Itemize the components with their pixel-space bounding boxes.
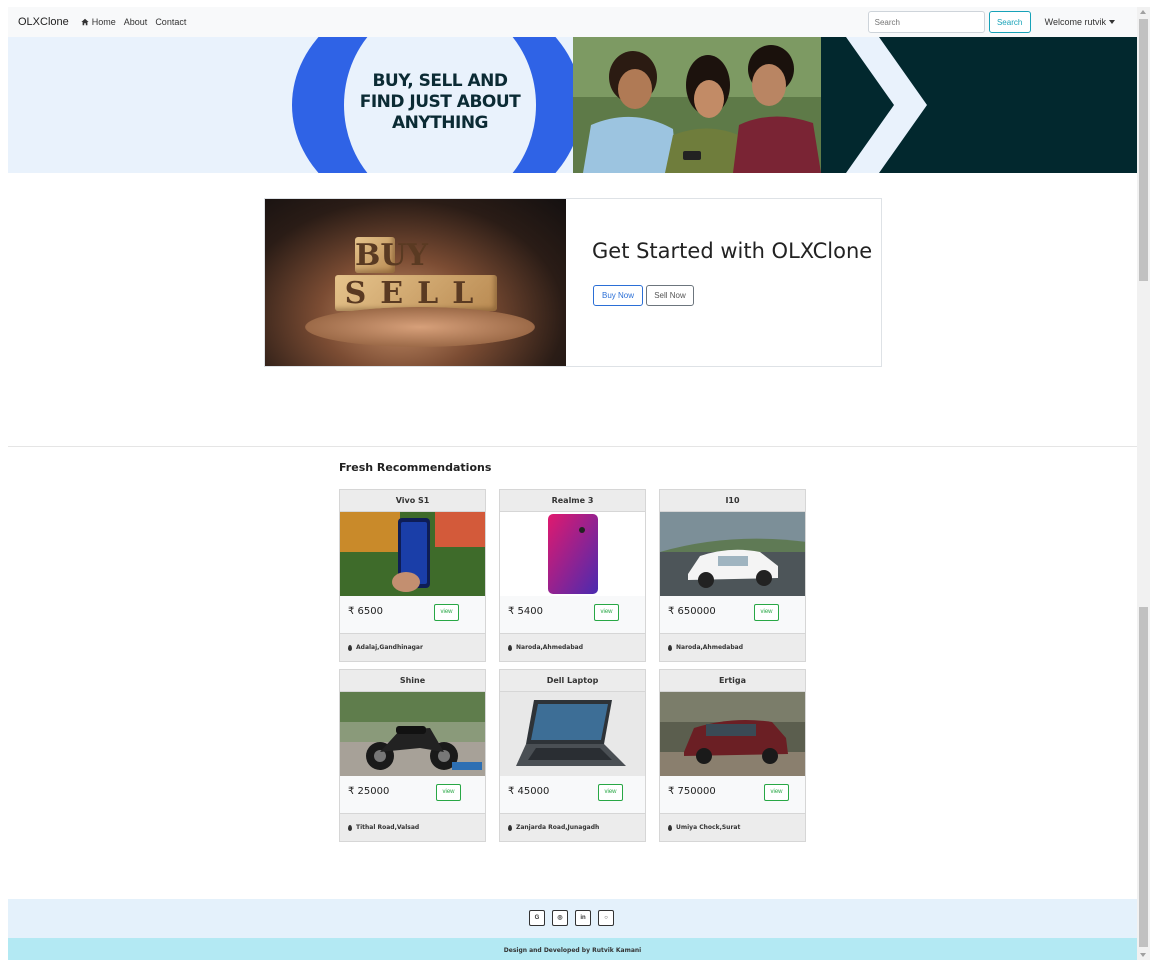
product-name: Vivo S1 — [340, 490, 485, 512]
nav-contact-link[interactable]: Contact — [155, 17, 186, 27]
product-price: ₹ 650000 — [668, 606, 716, 617]
product-card[interactable]: Realme 3 ₹ 5400 view Naroda,Ahmedabad — [499, 489, 646, 662]
product-name: I10 — [660, 490, 805, 512]
view-button[interactable]: view — [594, 604, 619, 621]
product-image — [500, 692, 645, 776]
product-location: Adalaj,Gandhinagar — [340, 634, 485, 661]
map-pin-icon — [508, 644, 512, 651]
product-location: Tithal Road,Valsad — [340, 814, 485, 841]
product-body: ₹ 750000 view — [660, 776, 805, 814]
location-label: Zanjarda Road,Junagadh — [516, 824, 600, 831]
scroll-up-arrow-icon[interactable] — [1140, 10, 1146, 14]
view-button[interactable]: view — [436, 784, 461, 801]
product-price: ₹ 6500 — [348, 606, 383, 617]
location-label: Naroda,Ahmedabad — [676, 644, 743, 651]
map-pin-icon — [668, 644, 672, 651]
product-name: Realme 3 — [500, 490, 645, 512]
product-image — [340, 692, 485, 776]
welcome-label: Welcome rutvik — [1044, 17, 1106, 27]
sell-now-button[interactable]: Sell Now — [646, 285, 694, 306]
instagram-icon[interactable]: ◎ — [552, 910, 568, 926]
map-pin-icon — [508, 824, 512, 831]
hero-tagline-line: ANYTHING — [391, 113, 489, 133]
page: OLXClone Home About Contact Search Welco… — [0, 0, 1150, 960]
google-icon[interactable]: G — [529, 910, 545, 926]
product-price: ₹ 25000 — [348, 786, 390, 797]
section-divider — [8, 446, 1137, 447]
nav-home-label: Home — [91, 17, 116, 27]
nav-about-link[interactable]: About — [124, 17, 148, 27]
search-input[interactable] — [867, 11, 985, 33]
product-body: ₹ 45000 view — [500, 776, 645, 814]
product-body: ₹ 5400 view — [500, 596, 645, 634]
product-price: ₹ 45000 — [508, 786, 550, 797]
product-location: Umiya Chock,Surat — [660, 814, 805, 841]
hero-people-photo — [573, 37, 821, 173]
product-card[interactable]: Vivo S1 ₹ 6500 view Adalaj,Gandhinagar — [339, 489, 486, 662]
location-label: Tithal Road,Valsad — [356, 824, 420, 831]
footer-social-bar: G ◎ in ○ — [8, 899, 1137, 938]
buy-sell-blocks-image: BUY SELL — [265, 199, 566, 366]
nav-right: Search Welcome rutvik — [867, 11, 1115, 33]
scroll-down-arrow-icon[interactable] — [1140, 953, 1146, 957]
product-image — [340, 512, 485, 596]
hero-tagline-line: BUY, SELL AND — [372, 71, 508, 91]
hands-shape — [305, 307, 535, 347]
product-body: ₹ 650000 view — [660, 596, 805, 634]
product-price: ₹ 5400 — [508, 606, 543, 617]
product-price: ₹ 750000 — [668, 786, 716, 797]
search-button[interactable]: Search — [988, 11, 1031, 33]
product-image — [500, 512, 645, 596]
product-name: Shine — [340, 670, 485, 692]
map-pin-icon — [348, 644, 352, 651]
home-icon — [81, 18, 89, 26]
recommendations-title: Fresh Recommendations — [339, 461, 492, 474]
scrollbar-thumb-lower[interactable] — [1139, 607, 1148, 947]
scrollbar[interactable] — [1137, 7, 1150, 960]
product-image — [660, 512, 805, 596]
map-pin-icon — [348, 824, 352, 831]
view-button[interactable]: view — [434, 604, 459, 621]
product-body: ₹ 6500 view — [340, 596, 485, 634]
github-icon[interactable]: ○ — [598, 910, 614, 926]
product-name: Ertiga — [660, 670, 805, 692]
caret-down-icon — [1109, 20, 1115, 24]
chevron-right-icon — [846, 37, 927, 173]
hero-tagline-line: FIND JUST ABOUT — [359, 92, 521, 112]
product-card[interactable]: I10 ₹ 650000 view Naroda,Ahmedabad — [659, 489, 806, 662]
product-location: Naroda,Ahmedabad — [660, 634, 805, 661]
product-image — [660, 692, 805, 776]
location-label: Adalaj,Gandhinagar — [356, 644, 423, 651]
product-name: Dell Laptop — [500, 670, 645, 692]
product-location: Naroda,Ahmedabad — [500, 634, 645, 661]
brand-link[interactable]: OLXClone — [18, 16, 69, 28]
view-button[interactable]: view — [754, 604, 779, 621]
user-dropdown[interactable]: Welcome rutvik — [1045, 17, 1115, 27]
map-pin-icon — [668, 824, 672, 831]
product-card[interactable]: Dell Laptop ₹ 45000 view Zanjarda Road,J… — [499, 669, 646, 842]
block-letter: SELL — [335, 275, 497, 311]
buy-now-button[interactable]: Buy Now — [593, 285, 643, 306]
get-started-card: BUY SELL Get Started with OLXClone Buy N… — [264, 198, 882, 367]
product-location: Zanjarda Road,Junagadh — [500, 814, 645, 841]
view-button[interactable]: view — [764, 784, 789, 801]
hero-tagline: BUY, SELL AND FIND JUST ABOUT ANYTHING — [354, 71, 526, 134]
people-illustration — [573, 37, 821, 173]
navbar: OLXClone Home About Contact Search Welco… — [8, 7, 1137, 37]
product-card[interactable]: Ertiga ₹ 750000 view Umiya Chock,Surat — [659, 669, 806, 842]
linkedin-icon[interactable]: in — [575, 910, 591, 926]
nav-home-link[interactable]: Home — [81, 17, 116, 27]
product-card[interactable]: Shine ₹ 25000 view Tithal Road,Valsad — [339, 669, 486, 842]
view-button[interactable]: view — [598, 784, 623, 801]
get-started-title: Get Started with OLXClone — [592, 239, 873, 263]
footer-credit: Design and Developed by Rutvik Kamani — [8, 938, 1137, 960]
scrollbar-thumb[interactable] — [1139, 19, 1148, 281]
location-label: Naroda,Ahmedabad — [516, 644, 583, 651]
block-letter: BUY — [355, 237, 428, 273]
product-body: ₹ 25000 view — [340, 776, 485, 814]
hero-banner: BUY, SELL AND FIND JUST ABOUT ANYTHING — [8, 37, 1137, 173]
hero-dark-panel — [821, 37, 1137, 173]
location-label: Umiya Chock,Surat — [676, 824, 741, 831]
